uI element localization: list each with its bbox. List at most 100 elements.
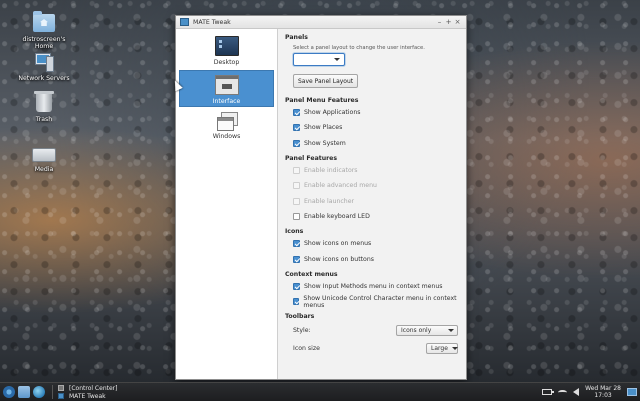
checkbox-row-show-icons-on-menus[interactable]: Show icons on menus <box>293 236 458 251</box>
drive-icon <box>32 148 56 162</box>
checkbox[interactable] <box>293 124 300 132</box>
checkbox-row-show-places[interactable]: Show Places <box>293 120 458 135</box>
checkbox-row-enable-indicators: Enable indicators <box>293 163 458 178</box>
window-list-item-mate-tweak[interactable]: MATE Tweak <box>58 392 117 400</box>
checkbox-label: Enable indicators <box>304 167 358 175</box>
desktop-icon-media[interactable]: Media <box>14 142 74 173</box>
desktop-icon-label: Trash <box>35 116 53 123</box>
checkbox <box>293 197 300 205</box>
file-manager-icon[interactable] <box>18 386 30 398</box>
checkbox-label: Show System <box>304 139 346 147</box>
window-list-item-control-center[interactable]: [Control Center] <box>58 384 117 392</box>
checkbox <box>293 182 300 190</box>
toolbar-icon-size-value: Large <box>431 344 448 352</box>
show-desktop-icon[interactable] <box>627 388 637 396</box>
checkbox[interactable] <box>293 240 300 248</box>
checkbox-label: Show Unicode Control Character menu in c… <box>303 294 457 309</box>
checkbox-label: Show Places <box>304 124 343 132</box>
chevron-down-icon <box>448 328 454 332</box>
taskbar-launchers <box>3 386 45 398</box>
window-title: MATE Tweak <box>193 18 231 26</box>
panel-layout-hint: Select a panel layout to change the user… <box>293 45 425 51</box>
desktop-icon-trash[interactable]: Trash <box>14 91 74 123</box>
sidebar-item-label: Interface <box>212 98 241 105</box>
sidebar-item-label: Desktop <box>213 59 240 66</box>
sidebar-item-label: Windows <box>212 133 241 140</box>
control-center-icon <box>58 385 64 391</box>
sidebar: Desktop Interface Windows <box>176 29 278 379</box>
sidebar-item-interface[interactable]: Interface <box>179 70 274 107</box>
toolbar-style-row: Style: Icons only <box>293 321 458 339</box>
clock[interactable]: Wed Mar 28 17:03 <box>585 385 621 399</box>
checkbox-label: Enable launcher <box>304 197 355 205</box>
section-title-context-menus: Context menus <box>285 270 338 278</box>
checkbox-label: Enable keyboard LED <box>304 212 370 220</box>
section-title-toolbars: Toolbars <box>285 313 315 321</box>
settings-content: Panels Select a panel layout to change t… <box>278 29 466 379</box>
window-list-label: MATE Tweak <box>69 392 106 400</box>
desktop-icon-network-servers[interactable]: Network Servers <box>14 53 74 82</box>
clock-date: Wed Mar 28 <box>585 385 621 392</box>
checkbox-row-show-input-methods[interactable]: Show Input Methods menu in context menus <box>293 279 458 294</box>
checkbox-label: Enable advanced menu <box>304 182 377 190</box>
section-title-panel-features: Panel Features <box>285 154 338 162</box>
close-button[interactable]: × <box>453 18 462 26</box>
checkbox[interactable] <box>293 255 300 263</box>
sidebar-item-windows[interactable]: Windows <box>179 108 274 145</box>
checkbox[interactable] <box>293 212 300 220</box>
taskbar: [Control Center] MATE Tweak Wed Mar 28 1… <box>0 382 640 401</box>
checkbox-row-enable-keyboard-led[interactable]: Enable keyboard LED <box>293 209 458 224</box>
checkbox[interactable] <box>293 282 300 290</box>
windows-icon <box>216 112 238 131</box>
chevron-down-icon <box>451 346 458 350</box>
toolbar-icon-size-row: Icon size Large <box>293 339 458 357</box>
checkbox-label: Show icons on buttons <box>304 255 374 263</box>
toolbar-icon-size-label: Icon size <box>293 344 320 352</box>
window-list: [Control Center] MATE Tweak <box>58 384 117 400</box>
toolbar-style-value: Icons only <box>401 326 432 334</box>
battery-icon[interactable] <box>542 389 555 395</box>
mate-tweak-window: MATE Tweak – + × Desktop Interface Windo… <box>175 15 467 380</box>
interface-icon <box>214 75 239 95</box>
main-menu-icon[interactable] <box>3 386 15 398</box>
wifi-icon[interactable] <box>558 389 568 395</box>
toolbar-style-select[interactable]: Icons only <box>396 324 458 336</box>
checkbox[interactable] <box>293 139 300 147</box>
toolbar-icon-size-select[interactable]: Large <box>426 342 458 354</box>
checkbox-label: Show Applications <box>304 109 361 117</box>
checkbox[interactable] <box>293 109 300 117</box>
sidebar-item-desktop[interactable]: Desktop <box>179 32 274 69</box>
volume-icon[interactable] <box>573 388 580 396</box>
mate-tweak-icon <box>58 393 64 399</box>
toolbar-style-label: Style: <box>293 326 311 334</box>
checkbox-row-show-icons-on-buttons[interactable]: Show icons on buttons <box>293 251 458 266</box>
checkbox[interactable] <box>293 298 300 306</box>
save-panel-layout-button[interactable]: Save Panel Layout <box>293 74 359 88</box>
maximize-button[interactable]: + <box>444 18 453 26</box>
network-servers-icon <box>33 53 55 72</box>
checkbox-row-enable-launcher: Enable launcher <box>293 193 458 208</box>
checkbox-row-show-system[interactable]: Show System <box>293 136 458 151</box>
chevron-down-icon <box>334 58 340 61</box>
section-title-panel-menu-features: Panel Menu Features <box>285 97 359 104</box>
web-browser-icon[interactable] <box>33 386 45 398</box>
trash-icon <box>34 91 54 112</box>
checkbox-label: Show icons on menus <box>304 240 372 248</box>
desktop-icon-label: Network Servers <box>18 75 70 82</box>
minimize-button[interactable]: – <box>435 18 444 26</box>
desktop-icon-label: Media <box>34 166 54 173</box>
checkbox-label: Show Input Methods menu in context menus <box>304 282 443 290</box>
checkbox-row-enable-advanced-menu: Enable advanced menu <box>293 178 458 193</box>
section-title-panels: Panels <box>285 34 308 41</box>
window-titlebar[interactable]: MATE Tweak – + × <box>176 16 466 29</box>
taskbar-separator <box>52 385 53 399</box>
section-title-icons: Icons <box>285 228 304 236</box>
system-tray: Wed Mar 28 17:03 <box>542 383 640 401</box>
checkbox-row-show-unicode-control[interactable]: Show Unicode Control Character menu in c… <box>293 294 458 309</box>
desktop-icon-home[interactable]: distroscreen's Home <box>14 11 74 50</box>
checkbox-row-show-applications[interactable]: Show Applications <box>293 105 458 120</box>
home-folder-icon <box>33 11 55 32</box>
panel-layout-select[interactable] <box>293 53 345 66</box>
clock-time: 17:03 <box>594 392 612 399</box>
desktop-icon-label: distroscreen's Home <box>22 36 66 50</box>
